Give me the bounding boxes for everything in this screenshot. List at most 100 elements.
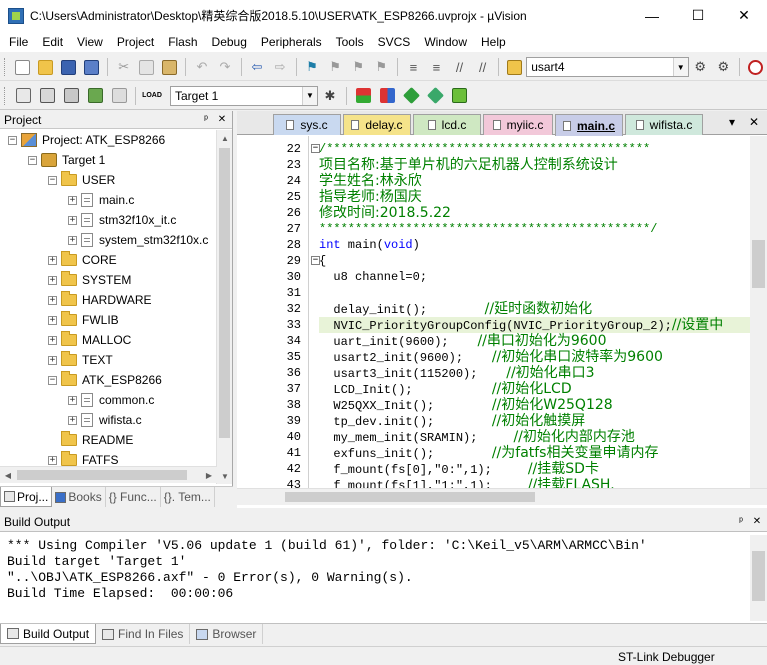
tree-file-item[interactable]: + wifista.c — [68, 410, 142, 430]
close-tab-icon[interactable]: ✕ — [749, 115, 759, 129]
expand-icon[interactable]: + — [48, 275, 57, 285]
tab-lcd-c[interactable]: lcd.c — [413, 114, 481, 135]
target-options-icon[interactable]: ✱ — [320, 86, 340, 106]
scrollbar-thumb[interactable] — [752, 240, 765, 288]
collapse-icon[interactable]: − — [28, 155, 37, 165]
expand-icon[interactable]: + — [48, 355, 57, 365]
project-horizontal-scrollbar[interactable]: ◀ ▶ — [0, 466, 217, 483]
translate-icon[interactable] — [13, 86, 33, 106]
code-line[interactable]: 指导老师:杨国庆 — [319, 189, 422, 205]
tree-folder-item[interactable]: + HARDWARE — [48, 290, 152, 310]
menu-help[interactable]: Help — [474, 35, 513, 49]
code-line[interactable]: uart_init(9600); //串口初始化为9600 — [319, 333, 606, 349]
scroll-down-icon[interactable]: ▼ — [217, 468, 233, 484]
tab-templates[interactable]: {}. Tem... — [161, 487, 215, 507]
tree-folder-item[interactable]: + TEXT — [48, 350, 113, 370]
uncomment-icon[interactable]: // — [473, 57, 492, 77]
tab-browser[interactable]: Browser — [190, 624, 264, 644]
tab-books[interactable]: Books — [52, 487, 106, 507]
chevron-down-icon[interactable]: ▼ — [302, 86, 317, 105]
collapse-icon[interactable]: − — [48, 175, 57, 185]
expand-icon[interactable]: + — [48, 255, 57, 265]
scrollbar-thumb[interactable] — [17, 470, 187, 480]
menu-file[interactable]: File — [2, 35, 35, 49]
open-file-icon[interactable] — [36, 57, 55, 77]
project-vertical-scrollbar[interactable]: ▲ ▼ — [216, 130, 232, 484]
tab-project[interactable]: Proj... — [0, 487, 53, 507]
tab-find-in-files[interactable]: Find In Files — [96, 624, 191, 644]
tab-menu-icon[interactable]: ▾ — [729, 115, 735, 129]
find-icon[interactable]: ⚙ — [691, 57, 710, 77]
nav-back-icon[interactable]: ⇦ — [247, 57, 266, 77]
menu-edit[interactable]: Edit — [35, 35, 70, 49]
pin-icon[interactable]: ᵖ — [734, 514, 748, 528]
tab-functions[interactable]: {} Func... — [106, 487, 161, 507]
tab-build-output[interactable]: Build Output — [0, 624, 97, 644]
editor-horizontal-scrollbar[interactable] — [237, 488, 767, 505]
bookmark-icon[interactable]: ⚑ — [303, 57, 322, 77]
code-line[interactable]: /***************************************… — [319, 141, 650, 157]
tree-target-item[interactable]: − Target 1 — [28, 150, 105, 170]
code-line[interactable]: int main(void) — [319, 237, 420, 253]
file-extensions-icon[interactable] — [353, 86, 373, 106]
run-time-env-icon[interactable] — [449, 86, 469, 106]
code-line[interactable]: W25QXX_Init(); //初始化W25Q128 — [319, 397, 612, 413]
code-line[interactable]: f_mount(fs[0],"0:",1); //挂载SD卡 — [319, 461, 599, 477]
undo-icon[interactable]: ↶ — [192, 57, 211, 77]
build-icon[interactable] — [37, 86, 57, 106]
code-line[interactable]: usart3_init(115200); //初始化串口3 — [319, 365, 594, 381]
tree-folder-item[interactable]: − ATK_ESP8266 — [48, 370, 162, 390]
tab-main-c[interactable]: main.c — [555, 114, 623, 136]
build-output-text[interactable]: *** Using Compiler 'V5.06 update 1 (buil… — [0, 535, 767, 621]
expand-icon[interactable]: + — [68, 395, 77, 405]
bookmark-prev-icon[interactable]: ⚑ — [326, 57, 345, 77]
bookmark-clear-icon[interactable]: ⚑ — [372, 57, 391, 77]
pin-icon[interactable]: ᵖ — [199, 112, 213, 126]
editor-vertical-scrollbar[interactable] — [750, 136, 767, 488]
tree-folder-item[interactable]: README — [48, 430, 133, 450]
download-icon[interactable]: LOAD — [142, 86, 162, 106]
tab-sys-c[interactable]: sys.c — [273, 114, 341, 135]
copy-icon[interactable] — [137, 57, 156, 77]
chevron-down-icon[interactable]: ▼ — [672, 58, 688, 76]
code-line[interactable]: usart2_init(9600); //初始化串口波特率为9600 — [319, 349, 663, 365]
new-file-icon[interactable] — [13, 57, 32, 77]
save-all-icon[interactable] — [82, 57, 101, 77]
code-line[interactable]: NVIC_PriorityGroupConfig(NVIC_PriorityGr… — [319, 317, 765, 333]
code-line[interactable]: 项目名称:基于单片机的六足机器人控制系统设计 — [319, 157, 618, 173]
code-line[interactable]: ****************************************… — [319, 221, 657, 237]
rebuild-icon[interactable] — [61, 86, 81, 106]
indent-icon[interactable]: ≡ — [404, 57, 423, 77]
menu-project[interactable]: Project — [110, 35, 161, 49]
code-line[interactable]: exfuns_init(); //为fatfs相关变量申请内存 — [319, 445, 658, 461]
tree-file-item[interactable]: + stm32f10x_it.c — [68, 210, 176, 230]
tree-folder-item[interactable]: + FWLIB — [48, 310, 119, 330]
close-button[interactable]: ✕ — [721, 0, 767, 31]
nav-forward-icon[interactable]: ⇨ — [271, 57, 290, 77]
find-in-files-icon[interactable] — [505, 57, 524, 77]
tree-file-item[interactable]: + main.c — [68, 190, 134, 210]
save-icon[interactable] — [59, 57, 78, 77]
menu-tools[interactable]: Tools — [329, 35, 371, 49]
code-line[interactable]: { — [319, 253, 326, 269]
tree-folder-item[interactable]: + SYSTEM — [48, 270, 131, 290]
close-icon[interactable]: ✕ — [750, 514, 764, 528]
expand-icon[interactable]: + — [68, 195, 77, 205]
expand-icon[interactable]: + — [48, 455, 57, 465]
menu-svcs[interactable]: SVCS — [371, 35, 418, 49]
bookmark-next-icon[interactable]: ⚑ — [349, 57, 368, 77]
unindent-icon[interactable]: ≡ — [427, 57, 446, 77]
menu-window[interactable]: Window — [417, 35, 474, 49]
menu-view[interactable]: View — [70, 35, 110, 49]
scroll-left-icon[interactable]: ◀ — [0, 467, 16, 483]
code-line[interactable]: f_mount(fs[1],"1:",1); //挂载FLASH. — [319, 477, 614, 488]
collapse-icon[interactable]: − — [48, 375, 57, 385]
menu-peripherals[interactable]: Peripherals — [254, 35, 329, 49]
close-icon[interactable]: ✕ — [215, 112, 229, 126]
incremental-find-icon[interactable]: ⚙ — [714, 57, 733, 77]
collapse-icon[interactable]: − — [8, 135, 17, 145]
scrollbar-thumb[interactable] — [285, 492, 535, 502]
tree-file-item[interactable]: + system_stm32f10x.c — [68, 230, 208, 250]
debug-session-icon[interactable] — [746, 57, 765, 77]
tree-folder-item[interactable]: + MALLOC — [48, 330, 131, 350]
